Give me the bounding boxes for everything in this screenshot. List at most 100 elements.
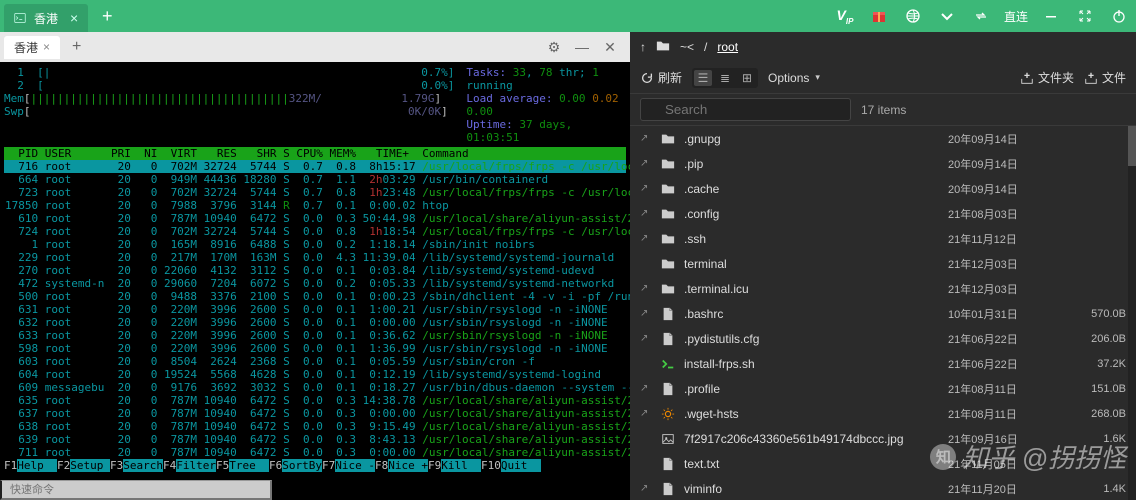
file-size: 37.2K: [1066, 358, 1126, 370]
file-name: .wget-hsts: [684, 407, 940, 421]
new-folder-button[interactable]: 文件夹: [1020, 69, 1074, 86]
folder-icon: [660, 231, 676, 247]
process-row[interactable]: 723 root 20 0 702M 32724 5744 S 0.7 0.8 …: [4, 186, 626, 199]
process-row[interactable]: 633 root 20 0 220M 3996 2600 S 0.0 0.1 0…: [4, 329, 626, 342]
file-row[interactable]: terminal21年12月03日: [630, 251, 1136, 276]
process-row[interactable]: 17850 root 20 0 7988 3796 3144 R 0.7 0.1…: [4, 199, 626, 212]
browser-icon[interactable]: [896, 0, 930, 32]
detail-view-icon[interactable]: ≣: [716, 70, 734, 86]
settings-icon[interactable]: ⚙: [544, 39, 564, 56]
process-row[interactable]: 604 root 20 0 19524 5568 4628 S 0.0 0.1 …: [4, 368, 626, 381]
search-input[interactable]: [640, 98, 851, 121]
img-icon: [660, 431, 676, 447]
process-row[interactable]: 598 root 20 0 220M 3996 2600 S 0.0 0.1 1…: [4, 342, 626, 355]
link-icon: ↗: [640, 483, 652, 494]
file-size: 1.4K: [1066, 483, 1126, 495]
file-row[interactable]: ↗.gnupg20年09月14日: [630, 126, 1136, 151]
breadcrumb-current[interactable]: root: [717, 40, 738, 54]
up-icon[interactable]: ↑: [640, 40, 646, 54]
process-row[interactable]: 631 root 20 0 220M 3996 2600 S 0.0 0.1 1…: [4, 303, 626, 316]
cfg-icon: [660, 406, 676, 422]
dropdown-icon[interactable]: [930, 0, 964, 32]
file-row[interactable]: ↗.config21年08月03日: [630, 201, 1136, 226]
process-row[interactable]: 635 root 20 0 787M 10940 6472 S 0.0 0.3 …: [4, 394, 626, 407]
scrollbar-track[interactable]: [1128, 126, 1136, 500]
process-row[interactable]: 638 root 20 0 787M 10940 6472 S 0.0 0.3 …: [4, 420, 626, 433]
file-date: 21年06月22日: [948, 356, 1058, 372]
process-row[interactable]: 1 root 20 0 165M 8916 6488 S 0.0 0.2 1:1…: [4, 238, 626, 251]
list-view-icon[interactable]: ☰: [694, 70, 712, 86]
process-row[interactable]: 632 root 20 0 220M 3996 2600 S 0.0 0.1 0…: [4, 316, 626, 329]
gift-icon[interactable]: [862, 0, 896, 32]
view-toggle[interactable]: ☰ ≣ ⊞: [692, 68, 758, 88]
terminal[interactable]: 1 [| 0.7%] 2 [ 0.0%] Mem[|||||||||||||||…: [0, 62, 630, 480]
folder-icon[interactable]: [656, 39, 670, 56]
file-date: 21年09月16日: [948, 431, 1058, 447]
process-row[interactable]: 500 root 20 0 9488 3376 2100 S 0.0 0.1 0…: [4, 290, 626, 303]
session-tab[interactable]: 香港 ×: [4, 4, 88, 32]
maximize-button[interactable]: [1068, 0, 1102, 32]
file-row[interactable]: text.txt21年11月05日: [630, 451, 1136, 476]
new-tab-button[interactable]: +: [96, 5, 118, 27]
file-row[interactable]: ↗.terminal.icu21年12月03日: [630, 276, 1136, 301]
process-header[interactable]: PID USER PRI NI VIRT RES SHR S CPU% MEM%…: [4, 147, 626, 160]
process-row[interactable]: 724 root 20 0 702M 32724 5744 S 0.0 0.8 …: [4, 225, 626, 238]
connection-label[interactable]: 直连: [998, 8, 1034, 25]
file-size: 1.6K: [1066, 433, 1126, 445]
file-row[interactable]: ↗.profile21年08月11日151.0B: [630, 376, 1136, 401]
options-dropdown[interactable]: Options▾: [768, 71, 820, 85]
inner-close-icon[interactable]: ✕: [600, 39, 620, 56]
process-row[interactable]: 270 root 20 0 22060 4132 3112 S 0.0 0.1 …: [4, 264, 626, 277]
file-row[interactable]: ↗.pydistutils.cfg21年06月22日206.0B: [630, 326, 1136, 351]
process-row[interactable]: 637 root 20 0 787M 10940 6472 S 0.0 0.3 …: [4, 407, 626, 420]
file-date: 21年11月12日: [948, 231, 1058, 247]
process-row[interactable]: 472 systemd-n 20 0 29060 7204 6072 S 0.0…: [4, 277, 626, 290]
file-icon: [660, 306, 676, 322]
inner-minimize-icon[interactable]: —: [572, 39, 592, 56]
tab-close-icon[interactable]: ×: [70, 10, 78, 26]
breadcrumb-seg[interactable]: ~<: [680, 40, 694, 54]
new-file-button[interactable]: 文件: [1084, 69, 1126, 86]
inner-tab[interactable]: 香港 ×: [4, 36, 60, 59]
titlebar: 香港 × + VIP 直连: [0, 0, 1136, 32]
file-row[interactable]: ↗.cache20年09月14日: [630, 176, 1136, 201]
grid-view-icon[interactable]: ⊞: [738, 70, 756, 86]
inner-tab-close[interactable]: ×: [43, 40, 50, 54]
inner-tab-new[interactable]: +: [66, 38, 87, 56]
process-list[interactable]: 716 root 20 0 702M 32724 5744 S 0.7 0.8 …: [4, 160, 626, 459]
refresh-button[interactable]: 刷新: [640, 69, 682, 86]
process-row[interactable]: 609 messagebu 20 0 9176 3692 3032 S 0.0 …: [4, 381, 626, 394]
breadcrumb: ↑ ~< / root: [630, 32, 1136, 62]
file-row[interactable]: ↗viminfo21年11月20日1.4K: [630, 476, 1136, 500]
vip-icon[interactable]: VIP: [828, 0, 862, 32]
file-row[interactable]: ↗.bashrc10年01月31日570.0B: [630, 301, 1136, 326]
file-row[interactable]: ↗.ssh21年11月12日: [630, 226, 1136, 251]
file-icon: [660, 481, 676, 497]
process-row[interactable]: 610 root 20 0 787M 10940 6472 S 0.0 0.3 …: [4, 212, 626, 225]
file-row[interactable]: 7f2917c206c43360e561b49174dbccc.jpg 21年09…: [630, 426, 1136, 451]
process-row[interactable]: 229 root 20 0 217M 170M 163M S 0.0 4.3 1…: [4, 251, 626, 264]
scrollbar-thumb[interactable]: [1128, 126, 1136, 166]
file-name: 7f2917c206c43360e561b49174dbccc.jpg: [684, 432, 940, 446]
process-row[interactable]: 664 root 20 0 949M 44436 18280 S 0.7 1.1…: [4, 173, 626, 186]
file-row[interactable]: ↗.pip20年09月14日: [630, 151, 1136, 176]
file-list[interactable]: ↗.gnupg20年09月14日↗.pip20年09月14日↗.cache20年…: [630, 126, 1136, 500]
htop-fkeys[interactable]: F1Help F2Setup F3SearchF4FilterF5Tree F6…: [4, 459, 626, 472]
folder-icon: [660, 181, 676, 197]
process-row[interactable]: 716 root 20 0 702M 32724 5744 S 0.7 0.8 …: [4, 160, 626, 173]
sync-icon[interactable]: [964, 0, 998, 32]
file-date: 21年08月03日: [948, 206, 1058, 222]
file-row[interactable]: install-frps.sh21年06月22日37.2K: [630, 351, 1136, 376]
power-button[interactable]: [1102, 0, 1136, 32]
file-toolbar: 刷新 ☰ ≣ ⊞ Options▾ 文件夹 文件: [630, 62, 1136, 94]
process-row[interactable]: 603 root 20 0 8504 2624 2368 S 0.0 0.1 0…: [4, 355, 626, 368]
folder-icon: [660, 131, 676, 147]
folder-icon: [660, 256, 676, 272]
process-row[interactable]: 711 root 20 0 787M 10940 6472 S 0.0 0.3 …: [4, 446, 626, 459]
process-row[interactable]: 639 root 20 0 787M 10940 6472 S 0.0 0.3 …: [4, 433, 626, 446]
file-icon: [660, 331, 676, 347]
file-size: 570.0B: [1066, 308, 1126, 320]
quick-command-input[interactable]: [0, 480, 272, 500]
file-row[interactable]: ↗.wget-hsts21年08月11日268.0B: [630, 401, 1136, 426]
minimize-button[interactable]: [1034, 0, 1068, 32]
